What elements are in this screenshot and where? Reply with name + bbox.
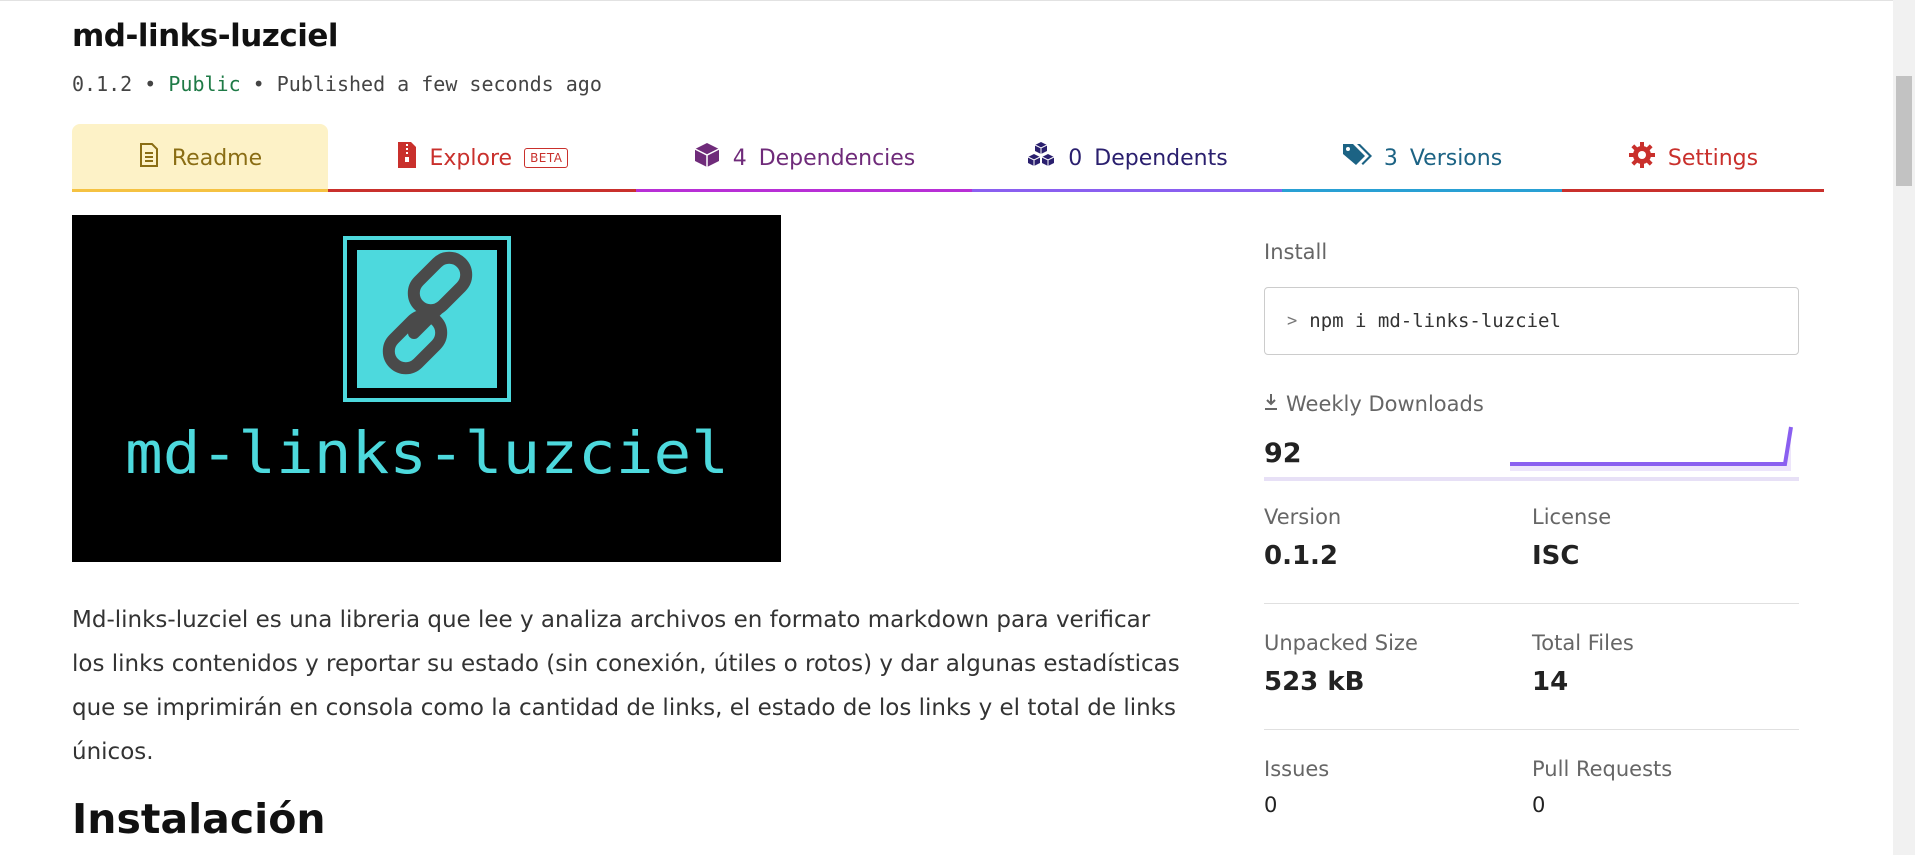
divider bbox=[1264, 603, 1799, 604]
tags-icon bbox=[1342, 142, 1372, 174]
tab-versions-label: Versions bbox=[1409, 145, 1503, 171]
pull-requests-stat: Pull Requests 0 bbox=[1532, 757, 1672, 817]
terminal-prompt-icon: > bbox=[1287, 311, 1298, 331]
tab-underline bbox=[1282, 189, 1562, 192]
vertical-scrollbar[interactable] bbox=[1893, 0, 1915, 855]
total-files-stat: Total Files 14 bbox=[1532, 631, 1634, 697]
cube-icon bbox=[693, 141, 721, 175]
zip-file-icon bbox=[396, 141, 418, 175]
readme-heading-installation: Instalación bbox=[72, 795, 326, 843]
readme-banner-image: md-links-luzciel bbox=[72, 215, 781, 562]
meta-separator: • bbox=[252, 72, 265, 96]
pull-requests-value[interactable]: 0 bbox=[1532, 793, 1672, 817]
version-label: Version bbox=[1264, 505, 1342, 529]
version-value: 0.1.2 bbox=[1264, 541, 1339, 571]
tab-versions[interactable]: 3 Versions bbox=[1282, 124, 1562, 192]
unpacked-size-value: 523 kB bbox=[1264, 667, 1365, 697]
chain-link-icon bbox=[343, 236, 511, 402]
tab-dependents[interactable]: 0 Dependents bbox=[972, 124, 1282, 192]
unpacked-size-label: Unpacked Size bbox=[1264, 631, 1418, 655]
install-label: Install bbox=[1264, 240, 1328, 264]
meta-separator: • bbox=[144, 72, 157, 96]
tab-dependencies-count: 4 bbox=[732, 145, 747, 171]
readme-paragraph: Md-links-luzciel es una libreria que lee… bbox=[72, 607, 1180, 765]
tab-underline bbox=[972, 189, 1282, 192]
package-visibility: Public bbox=[168, 72, 241, 96]
package-version: 0.1.2 bbox=[72, 72, 133, 96]
version-stat: Version 0.1.2 bbox=[1264, 505, 1341, 571]
weekly-downloads-value: 92 bbox=[1264, 438, 1302, 469]
weekly-downloads-header: Weekly Downloads bbox=[1264, 392, 1484, 416]
tab-readme-label: Readme bbox=[171, 145, 263, 171]
issues-stat: Issues 0 bbox=[1264, 757, 1329, 817]
gear-icon bbox=[1628, 141, 1656, 175]
install-command-box[interactable]: > npm i md-links-luzciel bbox=[1264, 287, 1799, 355]
tab-underline bbox=[636, 189, 972, 192]
issues-label: Issues bbox=[1264, 757, 1330, 781]
tab-settings-label: Settings bbox=[1667, 145, 1759, 171]
tab-underline bbox=[72, 189, 328, 192]
beta-badge: BETA bbox=[524, 148, 569, 168]
top-border bbox=[0, 0, 1915, 1]
license-value: ISC bbox=[1532, 541, 1580, 571]
tab-explore[interactable]: Explore BETA bbox=[328, 124, 636, 192]
tab-readme[interactable]: Readme bbox=[72, 124, 328, 192]
license-label: License bbox=[1532, 505, 1612, 529]
banner-text: md-links-luzciel bbox=[125, 419, 729, 487]
tab-dependencies[interactable]: 4 Dependencies bbox=[636, 124, 972, 192]
download-icon bbox=[1264, 392, 1278, 416]
tab-explore-label: Explore bbox=[429, 145, 513, 171]
package-published: Published a few seconds ago bbox=[276, 72, 602, 96]
install-command: npm i md-links-luzciel bbox=[1309, 310, 1561, 332]
tab-versions-count: 3 bbox=[1383, 145, 1398, 171]
package-tabs: Readme Explore BETA 4 Dependencies 0 Dep… bbox=[72, 124, 1824, 192]
total-files-label: Total Files bbox=[1532, 631, 1634, 655]
tab-underline bbox=[328, 189, 636, 192]
document-icon bbox=[138, 142, 160, 174]
weekly-downloads-sparkline bbox=[1510, 426, 1793, 471]
total-files-value: 14 bbox=[1532, 667, 1569, 697]
tab-dependencies-label: Dependencies bbox=[758, 145, 916, 171]
unpacked-size-stat: Unpacked Size 523 kB bbox=[1264, 631, 1418, 697]
scrollbar-thumb[interactable] bbox=[1896, 76, 1912, 186]
tab-dependents-label: Dependents bbox=[1094, 145, 1228, 171]
issues-value[interactable]: 0 bbox=[1264, 793, 1329, 817]
weekly-downloads-label: Weekly Downloads bbox=[1286, 392, 1484, 416]
divider bbox=[1264, 729, 1799, 730]
cubes-icon bbox=[1026, 141, 1056, 175]
package-meta: 0.1.2 • Public • Published a few seconds… bbox=[72, 72, 602, 96]
tab-settings[interactable]: Settings bbox=[1562, 124, 1824, 192]
tab-underline bbox=[1562, 189, 1824, 192]
weekly-downloads-baseline bbox=[1264, 477, 1799, 481]
license-stat: License ISC bbox=[1532, 505, 1611, 571]
tab-dependents-count: 0 bbox=[1068, 145, 1083, 171]
pull-requests-label: Pull Requests bbox=[1532, 757, 1673, 781]
package-title: md-links-luzciel bbox=[72, 18, 339, 54]
